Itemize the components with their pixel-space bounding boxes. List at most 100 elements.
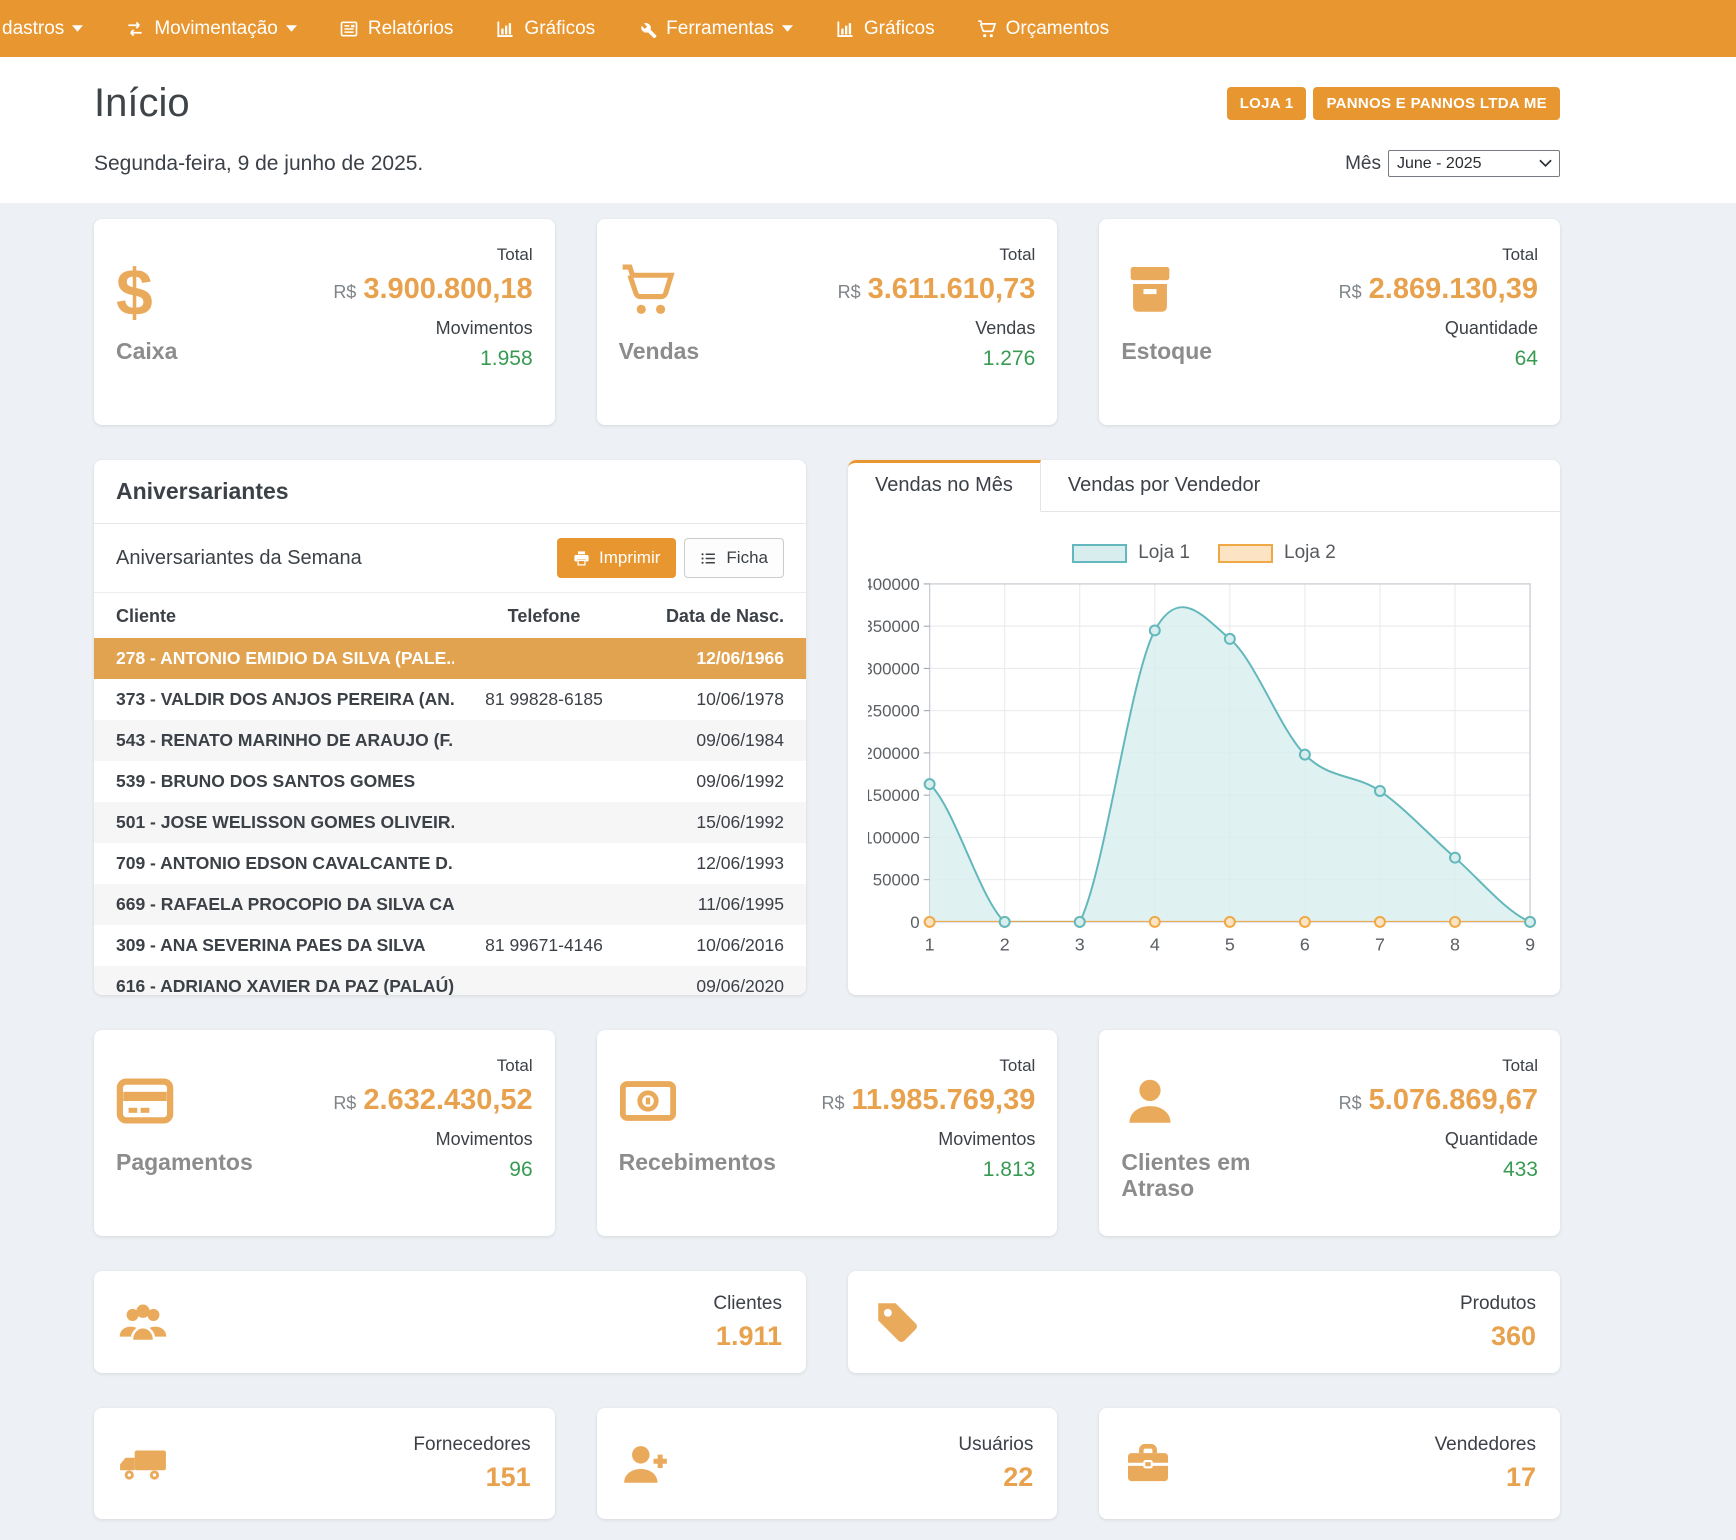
- count-card-label: Produtos: [1460, 1293, 1536, 1315]
- company-button[interactable]: PANNOS E PANNOS LTDA ME: [1313, 87, 1560, 120]
- top-navbar: dastros Movimentação Relatórios Gráficos Fer…: [0, 0, 1736, 57]
- telefone-cell: 81 99671-4146: [454, 935, 634, 956]
- telefone-cell: [454, 853, 634, 874]
- total-value: R$5.076.869,67: [1339, 1084, 1538, 1117]
- table-row[interactable]: 616 - ADRIANO XAVIER DA PAZ (PALAÚ)09/06…: [94, 966, 806, 995]
- cliente-cell: 616 - ADRIANO XAVIER DA PAZ (PALAÚ): [116, 976, 454, 995]
- table-row[interactable]: 543 - RENATO MARINHO DE ARAUJO (F...09/0…: [94, 720, 806, 761]
- total-label: Total: [838, 245, 1036, 265]
- svg-text:8: 8: [1450, 935, 1460, 955]
- telefone-cell: 81 99828-6185: [454, 689, 634, 710]
- data-nasc-cell: 10/06/1978: [634, 689, 784, 710]
- money-icon: [619, 1072, 677, 1130]
- currency-label: R$: [333, 282, 356, 302]
- month-select[interactable]: June - 2025: [1388, 150, 1560, 177]
- caret-down-icon: [72, 25, 83, 32]
- telefone-cell: [454, 771, 634, 792]
- nav-item-label: Movimentação: [154, 18, 278, 40]
- printer-icon: [573, 550, 590, 567]
- stat-card-pagamentos: PagamentosTotalR$2.632.430,52Movimentos9…: [94, 1030, 555, 1236]
- cliente-cell: 539 - BRUNO DOS SANTOS GOMES: [116, 771, 454, 792]
- cliente-cell: 501 - JOSE WELISSON GOMES OLIVEIR...: [116, 812, 454, 833]
- count-card-usuarios: Usuários22: [597, 1408, 1058, 1519]
- store-button[interactable]: LOJA 1: [1227, 87, 1307, 120]
- chart-icon: [495, 19, 515, 39]
- telefone-cell: [454, 976, 634, 995]
- nav-item-label: Relatórios: [368, 18, 454, 40]
- user-plus-icon: [621, 1439, 671, 1489]
- currency-label: R$: [1339, 1093, 1362, 1113]
- credit-card-icon: [116, 1072, 174, 1130]
- total-label: Total: [1339, 1056, 1538, 1076]
- truck-icon: [118, 1439, 168, 1489]
- total-label: Total: [333, 1056, 532, 1076]
- count-card-value: 22: [958, 1462, 1033, 1493]
- count-label: Movimentos: [333, 318, 532, 339]
- count-card-vendedores: Vendedores17: [1099, 1408, 1560, 1519]
- svg-text:250000: 250000: [868, 702, 920, 721]
- stat-card-estoque: EstoqueTotalR$2.869.130,39Quantidade64: [1099, 219, 1560, 425]
- birthdays-table-body: 278 - ANTONIO EMIDIO DA SILVA (PALE...12…: [94, 638, 806, 995]
- stat-card-label: Caixa: [116, 338, 266, 364]
- data-nasc-cell: 09/06/1992: [634, 771, 784, 792]
- tag-icon: [872, 1297, 922, 1347]
- stat-cards-row-1: $CaixaTotalR$3.900.800,18Movimentos1.958…: [94, 219, 1560, 425]
- legend-item-loja-1[interactable]: Loja 1: [1072, 542, 1190, 564]
- table-row[interactable]: 539 - BRUNO DOS SANTOS GOMES 09/06/1992: [94, 761, 806, 802]
- cart-icon: [977, 19, 997, 39]
- telefone-cell: [454, 730, 634, 751]
- sales-chart-panel: Vendas no MêsVendas por Vendedor Loja 1 L…: [848, 460, 1560, 995]
- cliente-cell: 669 - RAFAELA PROCOPIO DA SILVA CA...: [116, 894, 454, 915]
- nav-item-label: dastros: [2, 18, 64, 40]
- svg-text:5: 5: [1225, 935, 1235, 955]
- nav-item-graficos-2[interactable]: Gráficos: [814, 0, 956, 57]
- count-card-label: Clientes: [713, 1293, 782, 1315]
- print-button[interactable]: Imprimir: [557, 538, 676, 578]
- nav-item-relatorios[interactable]: Relatórios: [318, 0, 475, 57]
- stat-card-recebimentos: RecebimentosTotalR$11.985.769,39Moviment…: [597, 1030, 1058, 1236]
- chart-tabs: Vendas no MêsVendas por Vendedor: [848, 460, 1560, 512]
- nav-item-orcamentos[interactable]: Orçamentos: [956, 0, 1130, 57]
- svg-text:100000: 100000: [868, 828, 920, 847]
- data-nasc-cell: 12/06/1966: [634, 648, 784, 669]
- chart-area: 0500001000001500002000002500003000003500…: [848, 568, 1560, 977]
- column-telefone: Telefone: [454, 606, 634, 627]
- date-text: Segunda-feira, 9 de junho de 2025.: [94, 152, 423, 176]
- print-button-label: Imprimir: [599, 548, 660, 568]
- count-value: 1.958: [333, 347, 532, 371]
- table-row[interactable]: 669 - RAFAELA PROCOPIO DA SILVA CA...11/…: [94, 884, 806, 925]
- table-row[interactable]: 501 - JOSE WELISSON GOMES OLIVEIR...15/0…: [94, 802, 806, 843]
- data-nasc-cell: 09/06/1984: [634, 730, 784, 751]
- chart-tab-0[interactable]: Vendas no Mês: [848, 460, 1041, 512]
- table-row[interactable]: 278 - ANTONIO EMIDIO DA SILVA (PALE...12…: [94, 638, 806, 679]
- telefone-cell: [454, 648, 634, 669]
- chart-tab-1[interactable]: Vendas por Vendedor: [1041, 460, 1287, 511]
- report-icon: [339, 19, 359, 39]
- legend-item-loja-2[interactable]: Loja 2: [1218, 542, 1336, 564]
- ficha-button[interactable]: Ficha: [684, 538, 784, 578]
- nav-item-graficos-1[interactable]: Gráficos: [474, 0, 616, 57]
- birthdays-panel: Aniversariantes Aniversariantes da Seman…: [94, 460, 806, 995]
- count-value: 64: [1339, 347, 1538, 371]
- svg-text:6: 6: [1300, 935, 1310, 955]
- count-label: Movimentos: [821, 1129, 1035, 1150]
- svg-text:1: 1: [925, 935, 935, 955]
- page-header: Início LOJA 1 PANNOS E PANNOS LTDA ME Se…: [0, 57, 1736, 203]
- sales-month-chart: 0500001000001500002000002500003000003500…: [868, 570, 1540, 972]
- data-nasc-cell: 12/06/1993: [634, 853, 784, 874]
- nav-item-label: Ferramentas: [666, 18, 774, 40]
- table-row[interactable]: 373 - VALDIR DOS ANJOS PEREIRA (AN...81 …: [94, 679, 806, 720]
- table-row[interactable]: 309 - ANA SEVERINA PAES DA SILVA81 99671…: [94, 925, 806, 966]
- count-cards-row-2: Fornecedores151Usuários22Vendedores17: [94, 1408, 1560, 1519]
- dollar-icon: $: [116, 261, 266, 324]
- count-card-label: Fornecedores: [413, 1434, 530, 1456]
- nav-item-label: Orçamentos: [1006, 18, 1109, 40]
- nav-item-ferramentas[interactable]: Ferramentas: [616, 0, 814, 57]
- nav-item-cadastros[interactable]: dastros: [0, 0, 104, 57]
- table-row[interactable]: 709 - ANTONIO EDSON CAVALCANTE D...12/06…: [94, 843, 806, 884]
- svg-text:4: 4: [1150, 935, 1160, 955]
- stat-cards-row-2: PagamentosTotalR$2.632.430,52Movimentos9…: [94, 1030, 1560, 1236]
- stat-card-vendas: VendasTotalR$3.611.610,73Vendas1.276: [597, 219, 1058, 425]
- cliente-cell: 373 - VALDIR DOS ANJOS PEREIRA (AN...: [116, 689, 454, 710]
- nav-item-movimentacao[interactable]: Movimentação: [104, 0, 318, 57]
